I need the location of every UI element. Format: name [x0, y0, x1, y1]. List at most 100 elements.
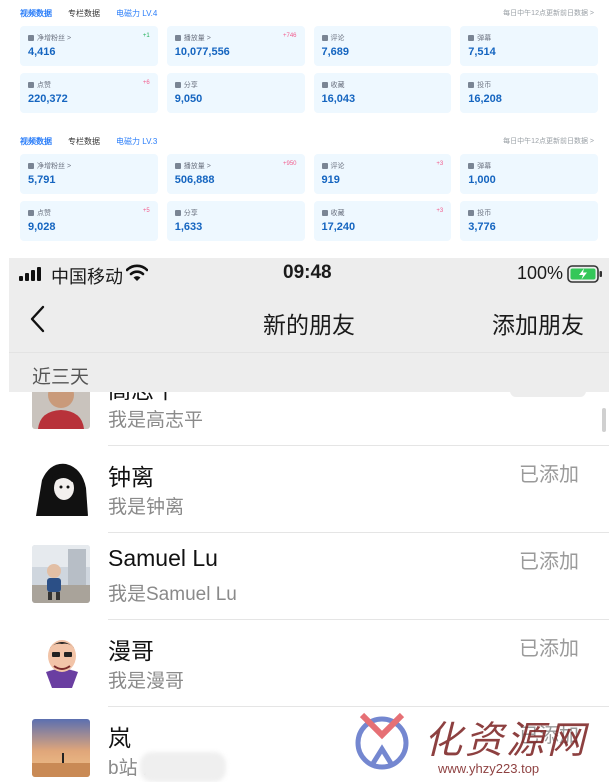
friend-name: Samuel Lu	[108, 545, 218, 571]
stat-value: 7,689	[321, 46, 350, 58]
favorite-icon	[321, 210, 328, 216]
stat-card[interactable]: 播放量 > +950 506,888	[166, 154, 305, 194]
fans-icon	[28, 163, 34, 169]
stat-card[interactable]: 分享 1,633	[166, 201, 305, 241]
play-icon	[174, 35, 181, 41]
stat-card[interactable]: 分享 9,050	[166, 73, 305, 113]
avatar	[32, 719, 90, 777]
fans-icon	[28, 35, 34, 41]
stat-label: 点赞	[28, 80, 51, 90]
friend-message: 我是钟离	[108, 497, 185, 518]
stat-value: 16,043	[321, 93, 356, 105]
stat-value: 220,372	[28, 93, 68, 105]
stat-value: 506,888	[174, 174, 215, 186]
stat-value: 9,050	[174, 93, 203, 105]
friend-name: 岚	[108, 725, 131, 751]
danmaku-icon	[468, 163, 475, 169]
clock: 09:48	[283, 262, 332, 283]
stat-card-grid: 净增粉丝 > +1 4,416 播放量 > +746 10,077,556 评论 7,689 弹…	[20, 26, 598, 113]
friend-message: 我是Samuel Lu	[108, 584, 237, 605]
stat-card[interactable]: 评论 +3 919	[313, 154, 452, 194]
update-note[interactable]: 每日中午12点更新前日数据 >	[503, 8, 594, 18]
comment-icon	[321, 35, 328, 41]
stat-card-grid: 净增粉丝 > 5,791 播放量 > +950 506,888 评论 +3 919 弹幕 1,00…	[20, 154, 598, 241]
friend-name: 漫哥	[108, 638, 154, 664]
stat-delta: +1	[142, 33, 150, 39]
stat-card[interactable]: 播放量 > +746 10,077,556	[166, 26, 305, 66]
share-icon	[174, 82, 181, 88]
friend-request-row[interactable]: Samuel Lu 我是Samuel Lu 已添加	[9, 533, 609, 620]
stat-label: 点赞	[28, 208, 51, 218]
watermark: 化资源网 www.yhzy223.top	[342, 705, 612, 781]
stat-delta: +5	[142, 208, 150, 214]
stat-value: 9,028	[28, 221, 56, 233]
watermark-logo-icon	[355, 712, 409, 770]
friend-request-row[interactable]: 高志平 我是高志平 查看	[9, 392, 609, 446]
watermark-url: www.yhzy223.top	[438, 761, 540, 776]
stat-card[interactable]: 净增粉丝 > 5,791	[20, 154, 158, 194]
stat-label-text: 播放量 >	[183, 163, 211, 170]
like-icon	[28, 82, 34, 88]
stat-label: 评论	[321, 161, 345, 171]
stat-card[interactable]: 投币 3,776	[460, 201, 598, 241]
stat-label-text: 评论	[330, 163, 345, 170]
stat-label: 播放量 >	[174, 161, 211, 171]
watermark-text: 化资源网	[424, 720, 589, 762]
stat-card[interactable]: 点赞 +6 220,372	[20, 73, 158, 113]
stat-label-text: 收藏	[330, 210, 345, 217]
tab-video-data[interactable]: 视频数据	[20, 136, 52, 147]
stat-card[interactable]: 弹幕 1,000	[460, 154, 598, 194]
stat-label-text: 弹幕	[477, 163, 492, 170]
play-icon	[174, 163, 181, 169]
stat-delta: +6	[142, 80, 150, 86]
panel-header: 视频数据 专栏数据 电磁力 LV.3 每日中午12点更新前日数据 >	[10, 128, 608, 154]
stat-card[interactable]: 点赞 +5 9,028	[20, 201, 158, 241]
tab-column-data[interactable]: 专栏数据	[68, 8, 100, 19]
stat-value: 17,240	[321, 221, 356, 233]
stat-label-text: 评论	[330, 35, 345, 42]
scrollbar[interactable]	[602, 408, 606, 432]
stat-card[interactable]: 评论 7,689	[313, 26, 452, 66]
stat-label-text: 弹幕	[477, 35, 492, 42]
status-bar: 中国移动 09:48 100%	[9, 258, 609, 290]
stat-label: 播放量 >	[174, 33, 211, 43]
stat-delta: +3	[436, 161, 444, 167]
tab-column-data[interactable]: 专栏数据	[68, 136, 100, 147]
battery-percentage: 100%	[517, 263, 564, 283]
wifi-icon	[126, 264, 148, 281]
update-note[interactable]: 每日中午12点更新前日数据 >	[503, 136, 594, 146]
stat-label: 分享	[174, 208, 198, 218]
stat-card[interactable]: 收藏 +3 17,240	[313, 201, 452, 241]
add-friend-button[interactable]: 添加朋友	[492, 306, 584, 340]
carrier-name: 中国移动	[51, 267, 123, 287]
stat-value: 1,633	[174, 221, 203, 233]
friend-message: 我是漫哥	[108, 671, 185, 692]
avatar	[32, 545, 90, 603]
friend-name: 高志平	[108, 392, 177, 405]
friend-message: 我是高志平	[108, 410, 204, 431]
stat-value: 1,000	[468, 174, 496, 186]
stat-value: 7,514	[468, 46, 496, 58]
stat-delta: +3	[436, 208, 444, 214]
danmaku-icon	[468, 35, 475, 41]
stat-label: 分享	[174, 80, 198, 90]
tab-level[interactable]: 电磁力 LV.4	[116, 8, 157, 19]
stat-card[interactable]: 弹幕 7,514	[460, 26, 598, 66]
stat-label: 投币	[468, 80, 491, 90]
friend-request-row[interactable]: 钟离 我是钟离 已添加	[9, 446, 609, 533]
stat-label-text: 投币	[477, 82, 492, 89]
friend-request-row[interactable]: 漫哥 我是漫哥 已添加	[9, 620, 609, 707]
stat-label-text: 点赞	[37, 210, 51, 217]
stat-card[interactable]: 投币 16,208	[460, 73, 598, 113]
battery-charging-icon	[567, 265, 602, 283]
stat-card[interactable]: 净增粉丝 > +1 4,416	[20, 26, 158, 66]
stat-label-text: 分享	[183, 210, 198, 217]
stat-label-text: 点赞	[37, 82, 51, 89]
friend-name: 钟离	[108, 464, 154, 490]
tab-video-data[interactable]: 视频数据	[20, 8, 52, 19]
stat-card[interactable]: 收藏 16,043	[313, 73, 452, 113]
stat-value: 10,077,556	[174, 46, 230, 58]
tab-level[interactable]: 电磁力 LV.3	[116, 136, 157, 147]
stat-value: 4,416	[28, 46, 56, 58]
view-button[interactable]: 查看	[510, 392, 586, 397]
